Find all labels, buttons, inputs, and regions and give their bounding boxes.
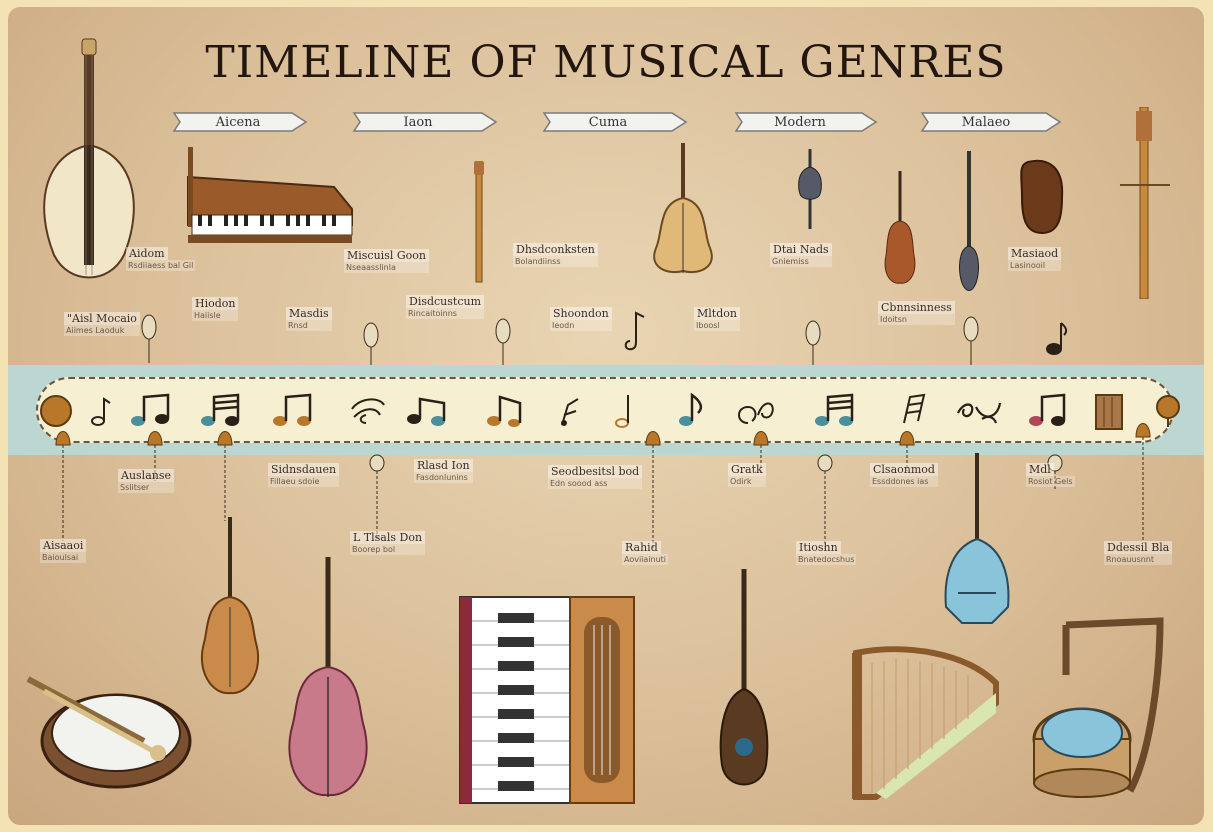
pin-icon [1135,423,1151,543]
genre-label: Masdis Rnsd [286,307,332,331]
music-note-icon [624,311,645,351]
pin-icon [495,318,511,365]
lyre-drum-icon [1032,617,1164,798]
genre-label: "Aisl Mocaio Aiimes Laoduk [64,312,140,336]
music-note-icon [273,393,312,426]
genre-label: Miscuisl Goon Nseaasslinla [344,249,429,273]
piano-icon [187,147,353,243]
genre-label: Sidnsdauen Fillaeu sdoie [268,463,340,487]
genre-label: Gratk Odirk [728,463,766,487]
music-note-icon [679,393,703,426]
genre-label: Rlasd Ion Fasdonlunins [414,459,473,483]
era-banner-5: Malaeo [916,111,1062,133]
genre-label: Auslanse Sslitser [118,469,174,493]
ukulele-icon [798,149,822,229]
genre-label: Cbnnsinness Idoitsn [878,301,955,325]
pin-icon [817,454,833,549]
genre-label: Dhsdconksten Bolandiinss [513,243,598,267]
music-note-icon [351,398,385,424]
pin-icon [55,431,71,541]
page-title: TIMELINE OF MUSICAL GENRES [205,37,1007,88]
genre-label: Dtai Nads Gniemiss [770,243,832,267]
pin-icon [963,316,979,365]
era-label: Cuma [588,114,628,130]
genre-label: Mdl Rosiot Gels [1026,463,1075,487]
era-banner-2: Iaon [348,111,498,133]
music-note-icon [1029,393,1066,426]
drum-icon [26,676,192,789]
genre-label: Seodbesitsl bod Edn soood ass [548,465,643,489]
genre-label: L Tlsals Don Boorep bol [350,531,426,555]
mandolin-icon [719,569,769,786]
music-note-icon [615,395,629,428]
era-label: Malaeo [961,114,1011,130]
genre-label: Disdcustcum Rincaitoinns [406,295,485,319]
accordion-icon [459,596,635,804]
genre-label: Aisaaoi Baioulsai [40,539,87,563]
music-note-icon [1046,322,1068,355]
music-note-icon [407,397,446,426]
genre-label: Rahid Aoviiainuti [622,541,669,565]
gong-icon [1156,395,1180,427]
flute-icon [474,161,484,283]
genre-label: Hiodon Haiisle [192,297,239,321]
music-note-icon [957,402,1002,424]
music-note-icon [487,395,522,427]
pin-icon [645,431,661,551]
era-label: Modern [774,114,826,130]
era-banner-3: Cuma [538,111,688,133]
book-icon [1095,394,1123,430]
genre-label: Mltdon Iboosl [694,307,740,331]
pin-icon [141,314,157,363]
genre-label: Shoondon Ieodn [550,307,612,331]
sitar-icon [959,151,979,291]
pin-icon [369,454,385,539]
era-banner-4: Modern [730,111,878,133]
violin-icon [200,517,260,695]
poster: TIMELINE OF MUSICAL GENRES Aicena Iaon C… [8,7,1204,825]
genre-label: Ddessil Bla Rnoauusnnt [1104,541,1173,565]
cello-icon [653,143,713,273]
pin-icon [217,431,233,521]
shamisen-icon [1120,107,1170,299]
harp-icon [852,646,999,800]
viola-icon [288,557,368,797]
genre-label: Masiaod Lasinooil [1008,247,1062,271]
balalaika-icon [944,453,1010,624]
music-note-icon [815,393,854,426]
genre-label: Itioshn Bnatedocshus [796,541,857,565]
music-note-icon [91,397,111,426]
bouzouki-icon [1020,159,1064,235]
era-label: Iaon [403,114,433,130]
music-note-icon [561,398,579,426]
pin-icon [805,320,821,367]
pin-icon [363,322,379,367]
era-label: Aicena [215,114,261,130]
era-banner-1: Aicena [168,111,308,133]
violin-icon [884,171,916,284]
genre-label: Aidom Rsdiiaess bal Gil [126,247,196,271]
genre-label: Clsaonmod Essddones ias [870,463,938,487]
